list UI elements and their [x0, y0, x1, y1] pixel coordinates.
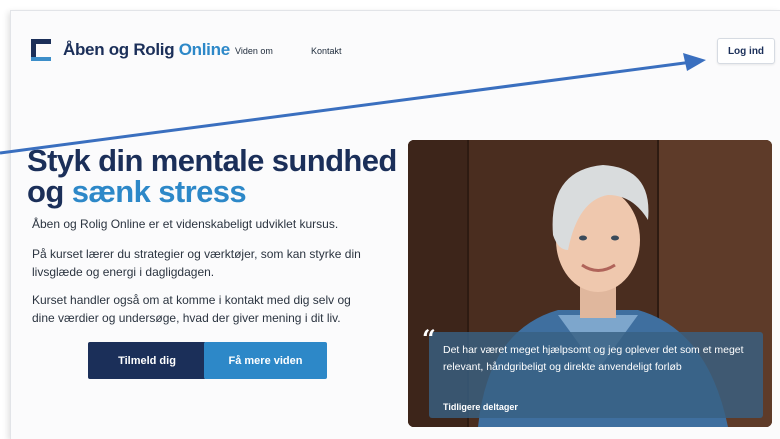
- course-paragraph-line-1: På kurset lærer du strategier og værktøj…: [32, 247, 361, 261]
- headline-line-2: og sænk stress: [27, 176, 397, 207]
- learn-more-button[interactable]: Få mere viden: [204, 342, 327, 379]
- headline-accent: sænk stress: [71, 174, 247, 209]
- testimonial-author: Tidligere deltager: [443, 402, 518, 412]
- values-paragraph-line-1: Kurset handler også om at komme i kontak…: [32, 293, 351, 307]
- values-paragraph-line-2: dine værdier og undersøge, hvad der give…: [32, 311, 341, 325]
- login-button[interactable]: Log ind: [717, 38, 775, 64]
- course-paragraph-line-2: livsglæde og energi i dagligdagen.: [32, 265, 215, 279]
- logo-text: Åben og Rolig Online: [63, 40, 230, 60]
- intro-paragraph: Åben og Rolig Online er et videnskabelig…: [32, 217, 339, 231]
- hero-headline: Styk din mentale sundhed og sænk stress: [27, 145, 397, 207]
- nav-link-viden-om[interactable]: Viden om: [235, 46, 273, 56]
- browser-page: Åben og Rolig Online Viden om Kontakt Lo…: [10, 10, 780, 439]
- headline-line-1: Styk din mentale sundhed: [27, 143, 397, 178]
- logo-icon: [31, 39, 51, 61]
- headline-prefix: og: [27, 174, 72, 209]
- site-header: Åben og Rolig Online Viden om Kontakt Lo…: [11, 11, 780, 91]
- logo-text-main: Åben og Rolig: [63, 40, 175, 59]
- site-logo[interactable]: Åben og Rolig Online: [31, 39, 230, 61]
- values-paragraph: Kurset handler også om at komme i kontak…: [32, 291, 402, 327]
- nav-link-kontakt[interactable]: Kontakt: [311, 46, 342, 56]
- quote-mark-icon: “: [422, 324, 436, 353]
- testimonial-quote: Det har været meget hjælpsomt og jeg opl…: [443, 344, 744, 373]
- signup-button[interactable]: Tilmeld dig: [88, 342, 206, 379]
- course-paragraph: På kurset lærer du strategier og værktøj…: [32, 245, 402, 281]
- logo-text-accent: Online: [178, 40, 230, 59]
